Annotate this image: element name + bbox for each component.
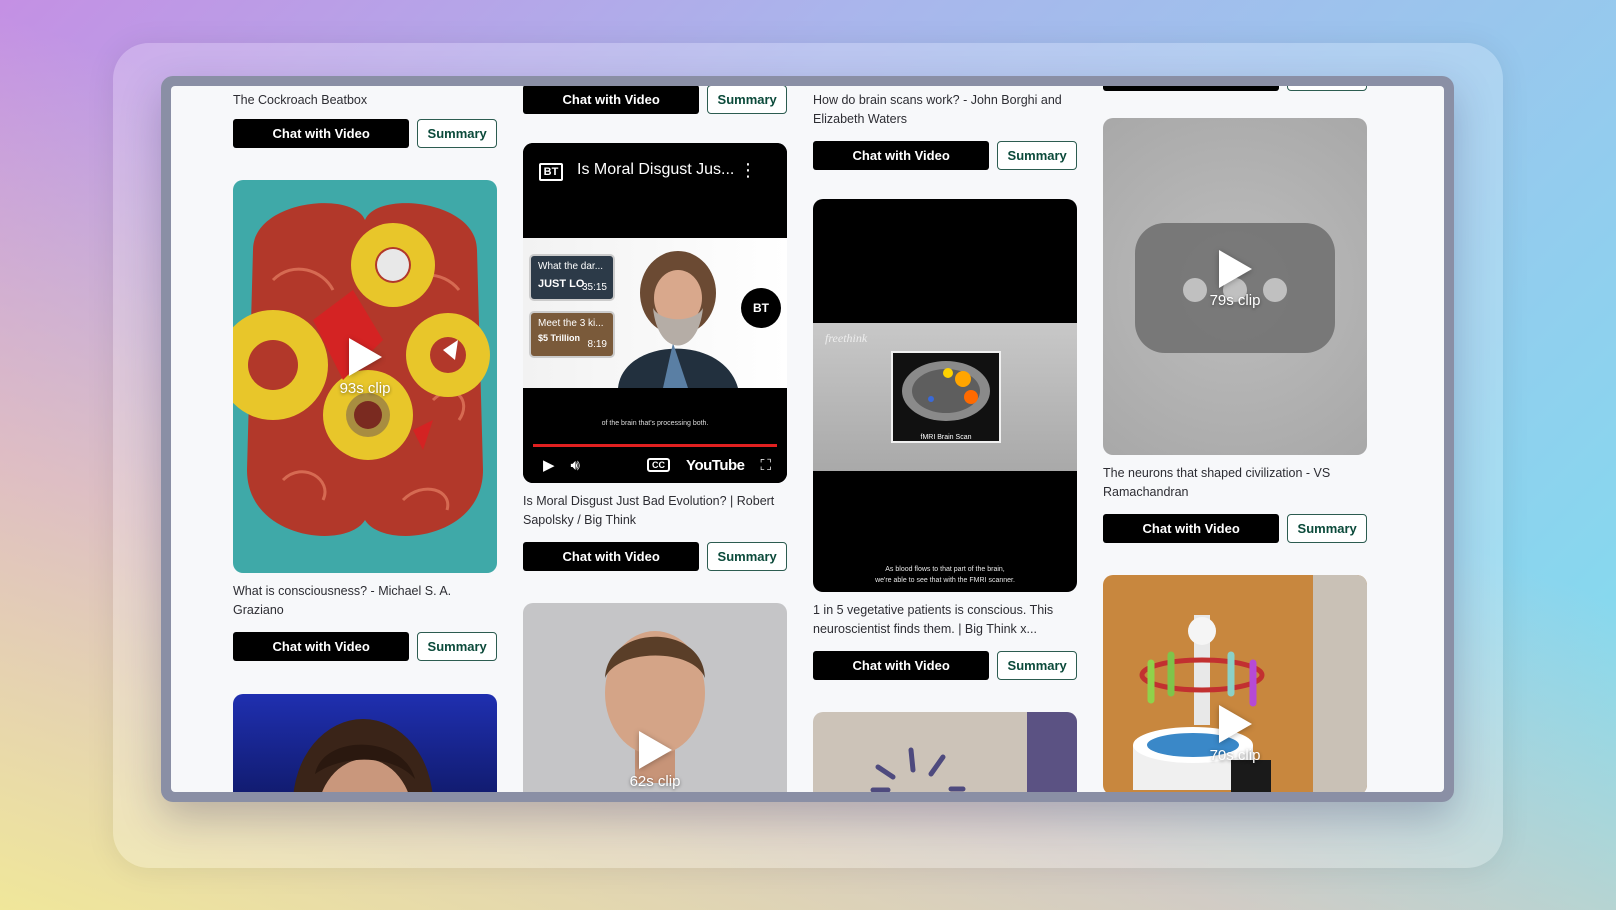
card-actions: Chat with Video Summary <box>233 119 497 148</box>
chat-with-video-button[interactable]: Chat with Video <box>813 651 990 680</box>
browser-window: The Cockroach Beatbox Chat with Video Su… <box>161 76 1454 802</box>
video-thumbnail[interactable]: freethink fMRI Brain Scan As blood flows… <box>813 199 1077 592</box>
chat-with-video-button[interactable]: Chat with Video <box>233 119 410 148</box>
chat-with-video-button[interactable]: Chat with Video <box>233 632 410 661</box>
video-title: What is consciousness? - Michael S. A. G… <box>233 584 452 617</box>
play-icon <box>348 338 382 376</box>
brain-scan-graphic <box>902 361 990 421</box>
summary-button[interactable]: Summary <box>1287 86 1367 91</box>
embed-title[interactable]: Is Moral Disgust Jus... <box>577 161 734 179</box>
video-caption: As blood flows to that part of the brain… <box>813 564 1077 586</box>
card-actions: Chat with Video Summary <box>233 632 497 661</box>
clip-length-label: 70s clip <box>1209 747 1261 764</box>
play-icon[interactable]: ▶ <box>543 456 555 474</box>
youtube-embed[interactable]: BT Is Moral Disgust Jus... ⋮ What the da… <box>523 143 787 483</box>
card-actions: Chat with Video Summary <box>1103 514 1367 543</box>
suggested-video[interactable]: Meet the 3 ki... $5 Trillion 8:19 <box>529 311 615 358</box>
video-thumbnail[interactable]: 70s clip <box>1103 575 1367 792</box>
play-overlay[interactable]: 93s clip <box>233 338 497 397</box>
suggested-video-title: What the dar... <box>538 261 604 272</box>
chat-with-video-button[interactable]: Chat with Video <box>813 141 990 170</box>
video-duration: 35:15 <box>581 282 607 293</box>
play-overlay[interactable]: 62s clip <box>523 731 787 790</box>
clip-length-label: 93s clip <box>339 380 391 397</box>
embed-frame[interactable]: What the dar... JUST LO 35:15 Meet the 3… <box>523 238 787 388</box>
caption-line: As blood flows to that part of the brain… <box>885 566 1005 573</box>
summary-button[interactable]: Summary <box>1287 514 1367 543</box>
video-duration: 8:19 <box>587 339 607 350</box>
embed-controls-area: of the brain that's processing both. ▶ 🔊… <box>523 388 787 483</box>
play-icon <box>1218 705 1252 743</box>
channel-badge[interactable]: BT <box>741 288 781 328</box>
caption-line: we're able to see that with the FMRI sca… <box>875 577 1015 584</box>
card-actions: Chat with Video Summary <box>523 86 787 114</box>
video-title: The neurons that shaped civilization - V… <box>1103 466 1331 499</box>
fullscreen-icon[interactable]: ⛶ <box>760 457 771 474</box>
card-actions: Chat with Video Summary <box>813 141 1077 170</box>
card-actions: Chat with Video Summary <box>1103 86 1367 91</box>
embed-header: BT Is Moral Disgust Jus... ⋮ <box>523 143 787 238</box>
clip-length-label: 79s clip <box>1209 292 1261 309</box>
video-frame: freethink fMRI Brain Scan <box>813 323 1077 471</box>
video-thumbnail[interactable]: 62s clip <box>523 603 787 792</box>
summary-button[interactable]: Summary <box>997 651 1077 680</box>
suggested-video[interactable]: What the dar... JUST LO 35:15 <box>529 254 615 301</box>
more-options-icon[interactable]: ⋮ <box>739 161 757 179</box>
video-caption: of the brain that's processing both. <box>601 420 709 427</box>
video-title: How do brain scans work? - John Borghi a… <box>813 93 1062 126</box>
card-actions: Chat with Video Summary <box>813 651 1077 680</box>
volume-icon[interactable]: 🔊︎ <box>571 457 580 474</box>
summary-button[interactable]: Summary <box>417 632 497 661</box>
play-overlay[interactable]: 70s clip <box>1103 705 1367 764</box>
chat-with-video-button[interactable]: Chat with Video <box>1103 514 1280 543</box>
summary-button[interactable]: Summary <box>707 542 787 571</box>
video-thumbnail[interactable]: 93s clip <box>233 180 497 573</box>
brain-scan-image: fMRI Brain Scan <box>891 351 1001 443</box>
suggested-video-title: Meet the 3 ki... <box>538 318 604 329</box>
clip-length-label: 62s clip <box>629 773 681 790</box>
video-thumbnail[interactable] <box>813 712 1077 792</box>
video-title: 1 in 5 vegetative patients is conscious.… <box>813 603 1054 636</box>
play-icon <box>638 731 672 769</box>
chat-with-video-button[interactable]: Chat with Video <box>523 86 700 114</box>
channel-logo[interactable]: BT <box>539 163 563 181</box>
speaker-thumbnail-image <box>293 719 433 792</box>
video-thumbnail[interactable] <box>233 694 497 792</box>
chat-with-video-button[interactable]: Chat with Video <box>523 542 700 571</box>
summary-button[interactable]: Summary <box>417 119 497 148</box>
video-title: Is Moral Disgust Just Bad Evolution? | R… <box>523 494 775 527</box>
video-title: The Cockroach Beatbox <box>233 93 368 107</box>
youtube-logo[interactable]: YouTube <box>686 457 745 474</box>
video-feed[interactable]: The Cockroach Beatbox Chat with Video Su… <box>171 86 1444 792</box>
chat-with-video-button[interactable]: Chat with Video <box>1103 86 1280 91</box>
card-actions: Chat with Video Summary <box>523 542 787 571</box>
thumbnail-panel <box>1027 712 1077 792</box>
captions-icon[interactable]: CC <box>647 458 671 472</box>
summary-button[interactable]: Summary <box>997 141 1077 170</box>
player-controls: ▶ 🔊︎ CC YouTube ⛶ <box>543 454 771 476</box>
progress-bar[interactable] <box>533 444 777 447</box>
play-overlay[interactable]: 79s clip <box>1103 250 1367 309</box>
watermark: freethink <box>825 331 868 345</box>
play-icon <box>1218 250 1252 288</box>
scan-label: fMRI Brain Scan <box>920 434 972 441</box>
video-thumbnail[interactable]: 79s clip <box>1103 118 1367 455</box>
summary-button[interactable]: Summary <box>707 86 787 114</box>
